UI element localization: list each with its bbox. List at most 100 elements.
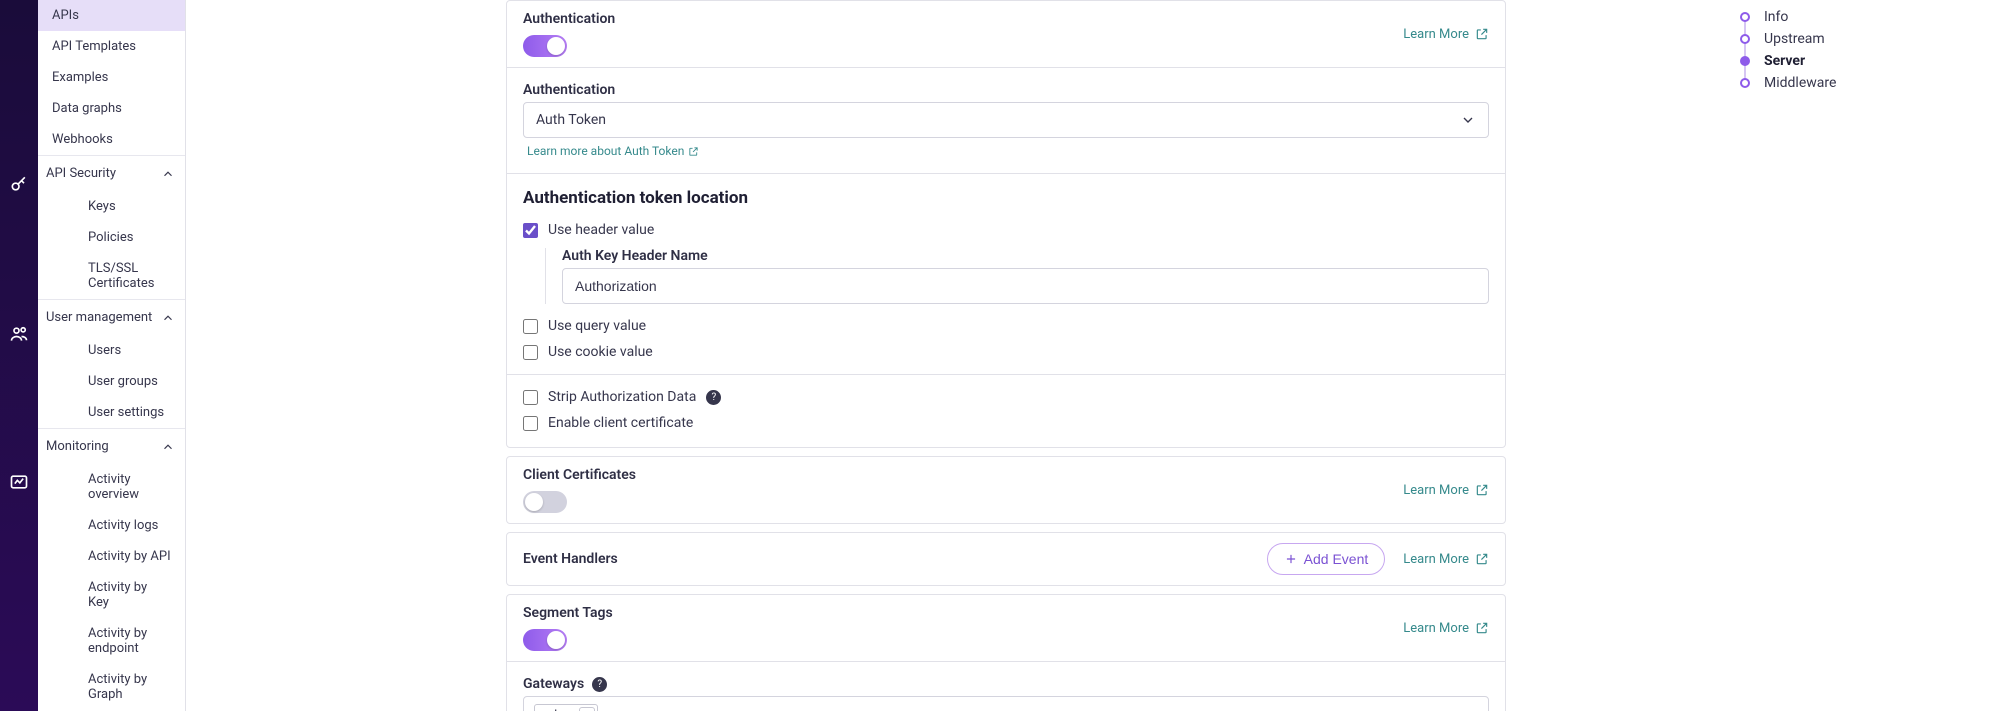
- users-icon[interactable]: [5, 320, 33, 348]
- use-cookie-input[interactable]: [523, 345, 538, 360]
- client-cert-checkbox[interactable]: Enable client certificate: [523, 415, 1489, 431]
- card-title: Event Handlers: [523, 551, 618, 567]
- sidebar-section-api-security[interactable]: API Security: [38, 155, 185, 191]
- sidebar-item-user-settings[interactable]: User settings: [38, 397, 185, 428]
- external-link-icon: [1475, 27, 1489, 41]
- learn-more-label: Learn More: [1403, 621, 1469, 636]
- nav-label: Info: [1764, 9, 1788, 25]
- gateway-tag: edge ✕: [534, 704, 598, 711]
- nav-dot-icon: [1740, 12, 1750, 22]
- use-cookie-checkbox[interactable]: Use cookie value: [523, 344, 1489, 360]
- auth-select-label: Authentication: [523, 82, 615, 98]
- card-title: Segment Tags: [523, 605, 613, 621]
- learn-more-link[interactable]: Learn More: [1403, 621, 1489, 636]
- sidebar-item-activity-by-key[interactable]: Activity by Key: [38, 572, 185, 618]
- checkbox-label: Enable client certificate: [548, 415, 693, 431]
- sidebar-item-examples[interactable]: Examples: [38, 62, 185, 93]
- client-certificates-card: Client Certificates Learn More: [506, 456, 1506, 524]
- section-nav: Info Upstream Server Middleware: [1720, 0, 1980, 711]
- sidebar-section-user-management[interactable]: User management: [38, 299, 185, 335]
- authentication-toggle[interactable]: [523, 35, 567, 57]
- sidebar-item-activity-by-api[interactable]: Activity by API: [38, 541, 185, 572]
- sidebar-item-tlsssl[interactable]: TLS/SSL Certificates: [38, 253, 185, 299]
- strip-auth-input[interactable]: [523, 390, 538, 405]
- learn-more-link[interactable]: Learn More: [1403, 552, 1489, 567]
- chevron-up-icon: [161, 167, 175, 181]
- plus-icon: [1284, 552, 1298, 566]
- authentication-select[interactable]: Auth Token: [523, 102, 1489, 138]
- remove-tag-button[interactable]: ✕: [579, 707, 595, 711]
- learn-more-label: Learn More: [1403, 483, 1469, 498]
- tag-label: edge: [543, 708, 571, 711]
- nav-dot-icon: [1740, 56, 1750, 66]
- sidebar-item-activity-overview[interactable]: Activity overview: [38, 464, 185, 510]
- sidebar-item-activity-logs[interactable]: Activity logs: [38, 510, 185, 541]
- external-link-icon: [1475, 552, 1489, 566]
- sidebar-item-users[interactable]: Users: [38, 335, 185, 366]
- checkbox-label: Use cookie value: [548, 344, 653, 360]
- nav-label: Upstream: [1764, 31, 1825, 47]
- auth-token-help-link[interactable]: Learn more about Auth Token: [527, 144, 699, 158]
- learn-more-link[interactable]: Learn More: [1403, 27, 1489, 42]
- auth-key-header-name-input[interactable]: [562, 268, 1489, 304]
- sidebar-item-activity-by-graph[interactable]: Activity by Graph: [38, 664, 185, 710]
- sidebar-section-monitoring[interactable]: Monitoring: [38, 428, 185, 464]
- help-link-label: Learn more about Auth Token: [527, 144, 684, 158]
- card-title: Client Certificates: [523, 467, 636, 483]
- sidebar-item-webhooks[interactable]: Webhooks: [38, 124, 185, 155]
- checkbox-label: Use header value: [548, 222, 654, 238]
- nav-dot-icon: [1740, 78, 1750, 88]
- gateways-tag-input[interactable]: edge ✕: [523, 696, 1489, 711]
- external-link-icon: [1475, 483, 1489, 497]
- sidebar-item-apis[interactable]: APIs: [38, 0, 185, 31]
- event-handlers-card: Event Handlers Add Event Learn More: [506, 532, 1506, 586]
- learn-more-label: Learn More: [1403, 552, 1469, 567]
- gateways-label: Gateways: [523, 676, 584, 692]
- client-cert-input[interactable]: [523, 416, 538, 431]
- sidebar-item-policies[interactable]: Policies: [38, 222, 185, 253]
- token-location-title: Authentication token location: [523, 188, 1489, 208]
- segment-tags-toggle[interactable]: [523, 629, 567, 651]
- authentication-card: Authentication Learn More Authentication…: [506, 0, 1506, 448]
- nav-label: Middleware: [1764, 75, 1836, 91]
- sidebar-section-label: Monitoring: [46, 439, 109, 454]
- nav-item-middleware[interactable]: Middleware: [1740, 72, 1980, 94]
- sidebar-item-user-groups[interactable]: User groups: [38, 366, 185, 397]
- use-header-checkbox[interactable]: Use header value: [523, 222, 1489, 238]
- key-icon[interactable]: [5, 170, 33, 198]
- strip-auth-checkbox[interactable]: Strip Authorization Data ?: [523, 389, 1489, 405]
- header-name-label: Auth Key Header Name: [562, 248, 708, 264]
- nav-item-server[interactable]: Server: [1740, 50, 1980, 72]
- learn-more-label: Learn More: [1403, 27, 1469, 42]
- add-event-button[interactable]: Add Event: [1267, 543, 1386, 575]
- main-content: Authentication Learn More Authentication…: [186, 0, 2000, 711]
- sidebar: APIs API Templates Examples Data graphs …: [38, 0, 186, 711]
- use-query-input[interactable]: [523, 319, 538, 334]
- nav-item-upstream[interactable]: Upstream: [1740, 28, 1980, 50]
- chevron-down-icon: [1460, 112, 1476, 128]
- sidebar-section-label: User management: [46, 310, 152, 325]
- checkbox-label: Use query value: [548, 318, 646, 334]
- icon-rail: [0, 0, 38, 711]
- auth-selected-value: Auth Token: [536, 112, 606, 128]
- nav-label: Server: [1764, 53, 1805, 69]
- sidebar-item-activity-by-endpoint[interactable]: Activity by endpoint: [38, 618, 185, 664]
- nav-item-info[interactable]: Info: [1740, 6, 1980, 28]
- sidebar-item-api-templates[interactable]: API Templates: [38, 31, 185, 62]
- sidebar-item-data-graphs[interactable]: Data graphs: [38, 93, 185, 124]
- nav-dot-icon: [1740, 34, 1750, 44]
- sidebar-item-keys[interactable]: Keys: [38, 191, 185, 222]
- external-link-icon: [688, 146, 699, 157]
- chevron-up-icon: [161, 311, 175, 325]
- client-certs-toggle[interactable]: [523, 491, 567, 513]
- use-header-input[interactable]: [523, 223, 538, 238]
- learn-more-link[interactable]: Learn More: [1403, 483, 1489, 498]
- chevron-down-icon: [1462, 707, 1478, 711]
- use-query-checkbox[interactable]: Use query value: [523, 318, 1489, 334]
- segment-tags-card: Segment Tags Learn More Gateways ? edge …: [506, 594, 1506, 711]
- chevron-up-icon: [161, 440, 175, 454]
- info-icon[interactable]: ?: [592, 677, 607, 692]
- sidebar-section-label: API Security: [46, 166, 116, 181]
- monitor-icon[interactable]: [5, 468, 33, 496]
- info-icon[interactable]: ?: [706, 390, 721, 405]
